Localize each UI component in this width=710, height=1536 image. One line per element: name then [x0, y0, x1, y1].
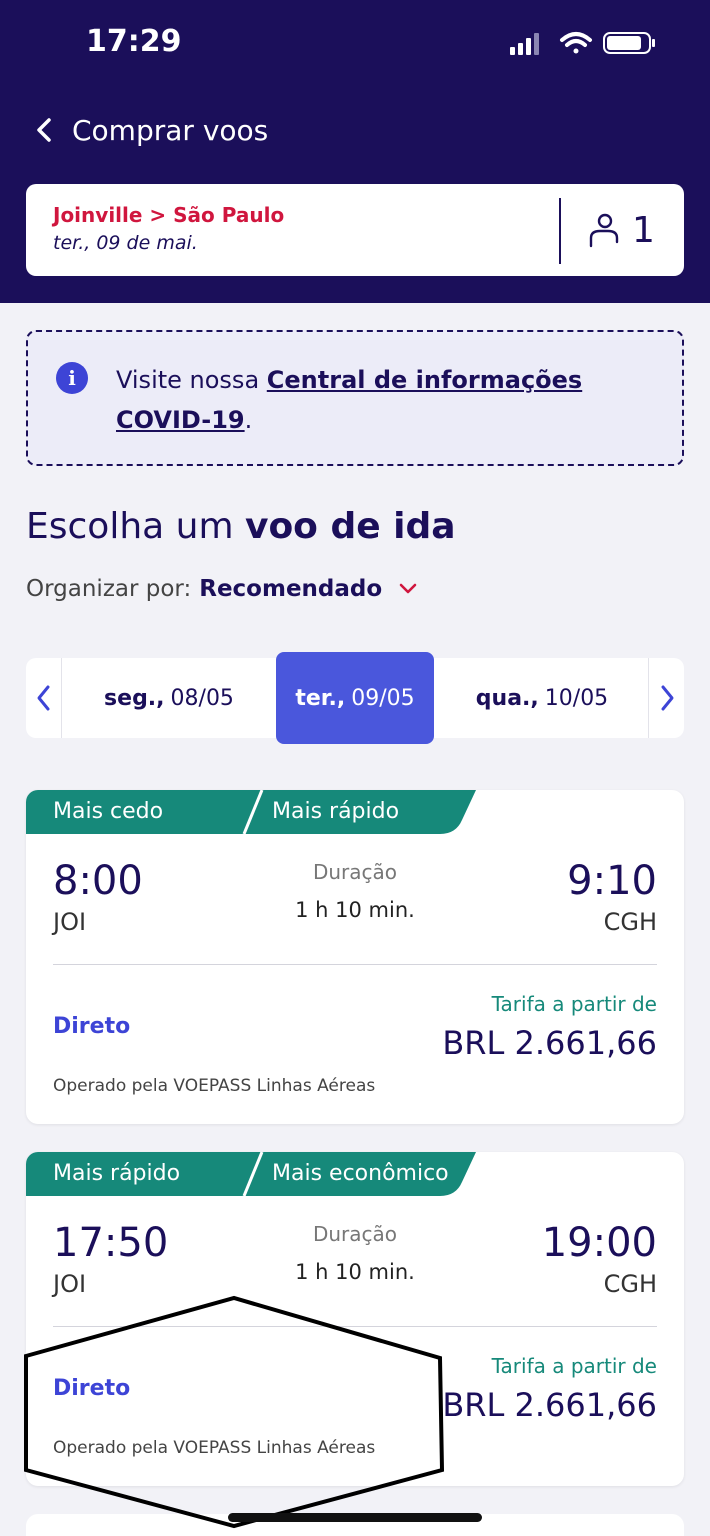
status-time: 17:29	[86, 24, 182, 59]
passenger-count: 1	[632, 210, 655, 251]
divider	[559, 198, 561, 264]
flight-badge: Mais rápido	[53, 1161, 181, 1186]
page-title-emphasis: voo de ida	[244, 506, 456, 547]
previous-date-button[interactable]	[26, 658, 62, 738]
covid-text: Visite nossa Central de informações COVI…	[116, 360, 656, 440]
fare-value: BRL 2.661,66	[442, 1024, 657, 1062]
duration-value: 1 h 10 min.	[295, 898, 415, 922]
flight-badge: Mais cedo	[53, 799, 164, 824]
date-tab-0[interactable]: seg., 08/05	[66, 658, 272, 738]
covid-text-prefix: Visite nossa	[116, 366, 267, 394]
covid-info-banner: i Visite nossa Central de informações CO…	[26, 330, 684, 466]
date-tab-date: 10/05	[544, 685, 609, 711]
date-tab-day: seg.,	[104, 685, 165, 711]
date-tab-date: 09/05	[351, 685, 415, 711]
date-tab-1[interactable]: ter., 09/05	[276, 652, 434, 744]
flight-badge: Mais econômico	[272, 1161, 449, 1186]
next-date-button[interactable]	[648, 658, 684, 738]
chevron-left-icon	[37, 118, 51, 142]
flight-badge: Mais rápido	[272, 799, 400, 824]
stops-label: Direto	[53, 1014, 131, 1039]
date-tab-2[interactable]: qua., 10/05	[438, 658, 646, 738]
page-title: Escolha um voo de ida	[26, 506, 456, 547]
arrival-time: 9:10	[567, 858, 657, 904]
chevron-down-icon	[399, 583, 417, 594]
fare-label: Tarifa a partir de	[491, 1354, 657, 1378]
arrival-code: CGH	[603, 1270, 657, 1298]
page-title-prefix: Escolha um	[26, 506, 245, 547]
info-icon: i	[56, 362, 88, 394]
date-label: ter., 09 de mai.	[53, 232, 198, 254]
sort-selector[interactable]: Organizar por: Recomendado	[26, 576, 418, 602]
departure-time: 8:00	[53, 858, 143, 904]
battery-icon	[603, 32, 655, 54]
app-header: 17:29 Comprar voos Joinville > São Paulo…	[0, 0, 710, 303]
fare-value: BRL 2.661,66	[442, 1386, 657, 1424]
search-summary-card[interactable]: Joinville > São Paulo ter., 09 de mai. 1	[26, 184, 684, 276]
date-tab-day: qua.,	[475, 685, 539, 711]
fare-label: Tarifa a partir de	[491, 992, 657, 1016]
sort-value: Recomendado	[199, 576, 383, 602]
passenger-icon	[589, 213, 619, 248]
divider	[53, 964, 657, 965]
back-button[interactable]: Comprar voos	[36, 112, 276, 148]
duration-value: 1 h 10 min.	[295, 1260, 415, 1284]
status-icons	[510, 32, 655, 55]
departure-time: 17:50	[53, 1220, 169, 1266]
operator-label: Operado pela VOEPASS Linhas Aéreas	[53, 1076, 376, 1096]
back-label: Comprar voos	[72, 113, 269, 147]
signal-icon	[510, 33, 539, 55]
duration-label: Duração	[312, 860, 398, 884]
departure-code: JOI	[53, 1270, 87, 1298]
home-indicator[interactable]	[228, 1513, 482, 1522]
divider	[53, 1326, 657, 1327]
chevron-right-icon	[661, 685, 673, 711]
sort-label: Organizar por:	[26, 576, 192, 602]
departure-code: JOI	[53, 908, 87, 936]
flight-card[interactable]: Mais rápido Mais econômico 17:50 JOI Dur…	[26, 1152, 684, 1486]
date-tab-day: ter.,	[295, 685, 346, 711]
stops-label: Direto	[53, 1376, 131, 1401]
chevron-left-icon	[37, 685, 49, 711]
covid-text-suffix: .	[244, 406, 253, 434]
flight-card[interactable]: Mais cedo Mais rápido 8:00 JOI Duração 1…	[26, 790, 684, 1124]
operator-label: Operado pela VOEPASS Linhas Aéreas	[53, 1438, 376, 1458]
date-tab-date: 08/05	[170, 685, 234, 711]
wifi-icon	[560, 32, 592, 54]
arrival-time: 19:00	[541, 1220, 657, 1266]
duration-label: Duração	[312, 1222, 398, 1246]
arrival-code: CGH	[603, 908, 657, 936]
date-selector: seg., 08/05 ter., 09/05 qua., 10/05	[26, 652, 684, 744]
route-label: Joinville > São Paulo	[53, 203, 285, 227]
